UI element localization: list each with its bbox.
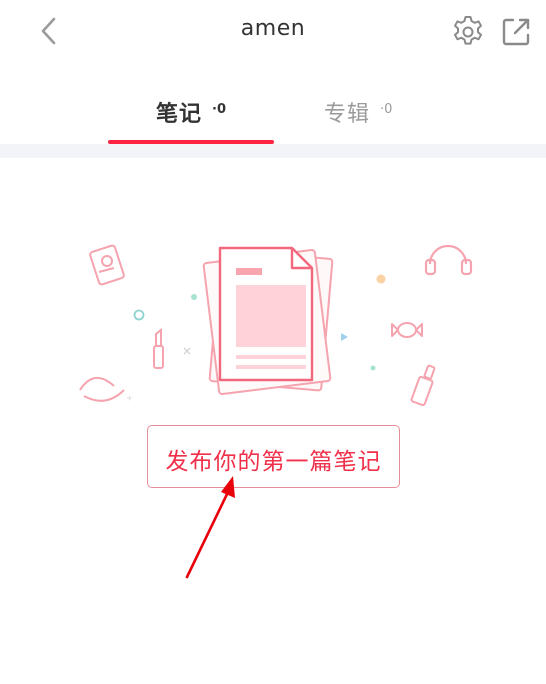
tab-albums-label: 专辑 <box>324 102 371 127</box>
external-link-icon <box>502 18 530 46</box>
hat-icon <box>79 377 125 402</box>
bottle-icon <box>410 364 436 407</box>
tab-notes-label: 笔记 <box>156 102 203 127</box>
tab-bar: 笔记 ·0 专辑 ·0 <box>0 80 546 144</box>
passport-icon <box>89 244 125 286</box>
section-divider <box>0 144 546 158</box>
settings-button[interactable] <box>448 12 488 52</box>
tab-notes-count: ·0 <box>212 102 226 117</box>
gear-icon <box>454 16 482 45</box>
lipstick-icon <box>153 327 164 369</box>
tab-albums[interactable]: 专辑 ·0 <box>300 80 420 144</box>
share-button[interactable] <box>496 12 536 52</box>
empty-notes-illustration <box>79 244 473 407</box>
headphones-icon <box>424 244 473 276</box>
publish-first-note-button[interactable]: 发布你的第一篇笔记 <box>147 425 400 488</box>
document-stack-icon <box>202 246 334 395</box>
publish-first-note-label: 发布你的第一篇笔记 <box>165 449 382 475</box>
tab-albums-count: ·0 <box>380 102 393 117</box>
tab-notes[interactable]: 笔记 ·0 <box>108 80 274 144</box>
top-bar: amen <box>0 0 546 66</box>
candy-icon <box>391 322 423 338</box>
